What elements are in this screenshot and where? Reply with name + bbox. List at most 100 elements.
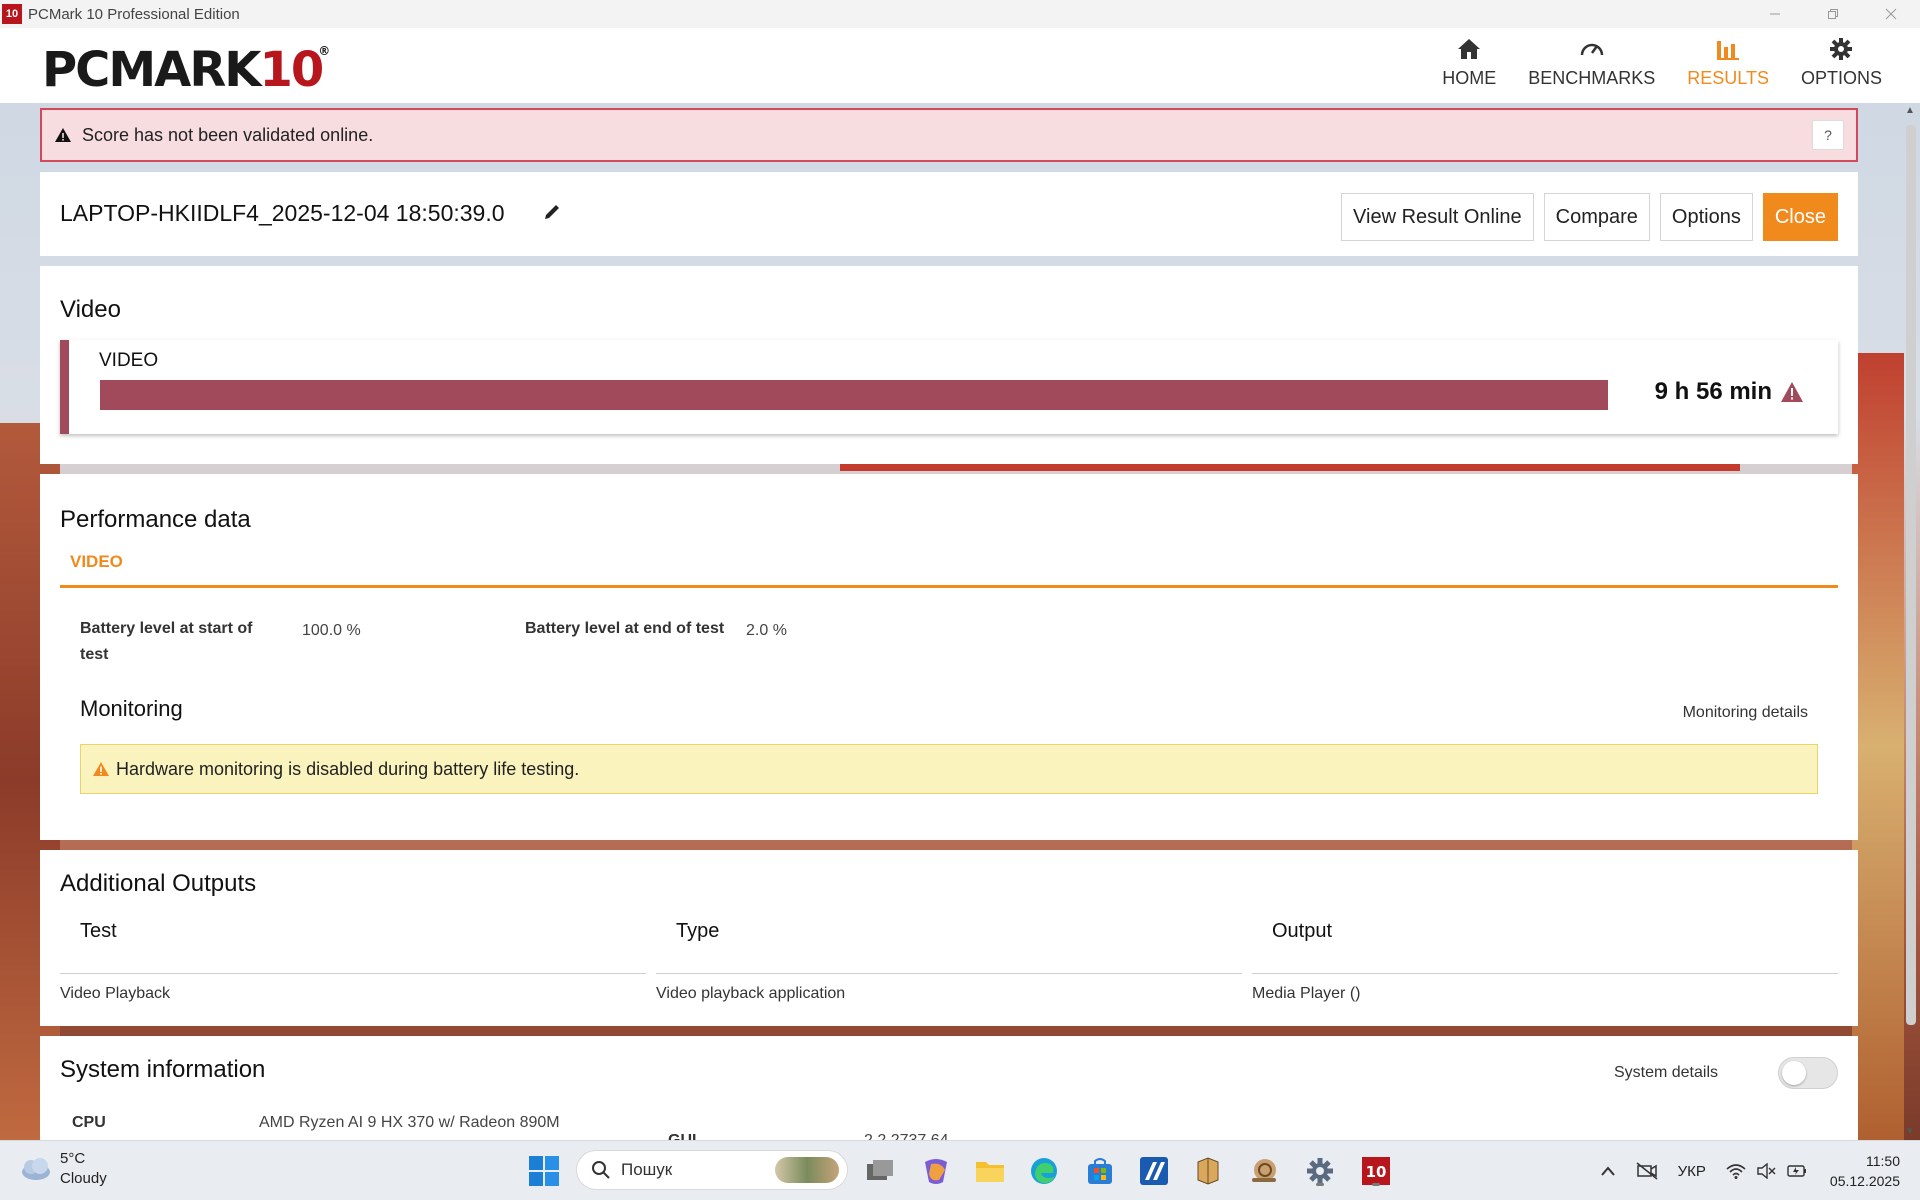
tray-camera-off[interactable] (1636, 1162, 1658, 1180)
taskbar-app-store[interactable] (1082, 1153, 1118, 1189)
weather-temperature: 5°C (60, 1150, 86, 1167)
warning-icon (93, 762, 109, 776)
task-view-icon (867, 1160, 893, 1180)
system-information-section: System information System details CPU AM… (40, 1036, 1858, 1140)
search-highlight-image (775, 1157, 839, 1183)
clock-date: 05.12.2025 (1829, 1173, 1900, 1189)
validation-banner: Score has not been validated online. ? (40, 108, 1858, 162)
gui-label: GUI (668, 1132, 696, 1140)
section-title-system: System information (60, 1056, 266, 1083)
logo-registered-mark: ® (318, 44, 330, 58)
section-title-outputs: Additional Outputs (60, 870, 257, 897)
scroll-down-arrow-icon[interactable]: ▼ (1902, 1124, 1918, 1140)
task-view-button[interactable] (862, 1153, 898, 1189)
warning-icon (55, 128, 71, 142)
window-titlebar: 10 PCMark 10 Professional Edition (0, 0, 1920, 28)
restore-button[interactable] (1804, 0, 1862, 28)
battery-end-value: 2.0 % (746, 622, 787, 639)
performance-section: Performance data VIDEO Battery level at … (40, 474, 1858, 840)
battery-start-value: 100.0 % (302, 622, 361, 639)
svg-text:10: 10 (1366, 1163, 1387, 1181)
app-a-icon (1140, 1157, 1168, 1185)
close-result-button[interactable]: Close (1762, 193, 1838, 241)
video-section: Video VIDEO 9 h 56 min (40, 266, 1858, 464)
nav-benchmarks[interactable]: BENCHMARKS (1528, 34, 1655, 89)
hardware-monitoring-banner: Hardware monitoring is disabled during b… (80, 744, 1818, 794)
tray-network[interactable] (1726, 1163, 1746, 1179)
window-title: PCMark 10 Professional Edition (28, 5, 240, 23)
validation-message: Score has not been validated online. (82, 124, 374, 145)
settings-gear-icon (1307, 1158, 1333, 1184)
taskbar-app-pcmark[interactable]: 10 (1358, 1153, 1394, 1189)
pagoda-roof (840, 463, 1740, 471)
taskbar-search[interactable]: Пошук (576, 1150, 848, 1190)
column-divider (60, 973, 646, 974)
snail-icon (1252, 1159, 1276, 1182)
system-details-toggle[interactable] (1778, 1057, 1838, 1089)
minimize-button[interactable] (1746, 0, 1804, 28)
gauge-icon (1579, 34, 1605, 64)
start-button[interactable] (528, 1155, 560, 1192)
archive-icon (1197, 1157, 1219, 1185)
taskbar-app-edge[interactable] (1026, 1153, 1062, 1189)
result-header: LAPTOP-HKIIDLF4_2025-12-04 18:50:39.0 Vi… (40, 172, 1858, 256)
column-header-test: Test (80, 920, 117, 942)
monitoring-details-link[interactable]: Monitoring details (1683, 704, 1808, 722)
running-indicator (1372, 1183, 1380, 1186)
taskbar-app-archiver[interactable] (1190, 1153, 1226, 1189)
system-details-label: System details (1613, 1064, 1718, 1081)
taskbar-app-snail[interactable] (1246, 1153, 1282, 1189)
chevron-up-icon (1600, 1166, 1615, 1176)
tray-overflow-button[interactable] (1600, 1165, 1616, 1177)
battery-end-label: Battery level at end of test (525, 620, 725, 637)
search-placeholder: Пошук (621, 1160, 673, 1179)
page-scrollbar[interactable]: ▲ ▼ (1902, 103, 1918, 1140)
pencil-icon (545, 205, 559, 219)
folder-icon (976, 1162, 1004, 1182)
taskbar-app-m365[interactable] (918, 1153, 954, 1189)
window-controls (1746, 0, 1920, 28)
column-header-type: Type (676, 920, 720, 942)
result-name: LAPTOP-HKIIDLF4_2025-12-04 18:50:39.0 (60, 200, 505, 226)
taskbar-app-blue-a[interactable] (1136, 1153, 1172, 1189)
tab-video[interactable]: VIDEO (70, 552, 123, 572)
cpu-label: CPU (72, 1114, 106, 1131)
edit-name-button[interactable] (542, 202, 562, 227)
pcmark-app-icon: 10 (1362, 1157, 1390, 1185)
tray-volume[interactable] (1756, 1163, 1776, 1179)
taskbar-app-settings[interactable] (1302, 1153, 1338, 1189)
cpu-value: AMD Ryzen AI 9 HX 370 w/ Radeon 890M (259, 1114, 560, 1131)
column-divider (1252, 973, 1838, 974)
camera-off-icon (1636, 1162, 1658, 1180)
nav-options[interactable]: OPTIONS (1801, 34, 1882, 89)
help-button[interactable]: ? (1812, 120, 1844, 150)
weather-widget[interactable]: 5°C Cloudy (18, 1149, 107, 1189)
close-icon (1885, 8, 1897, 20)
view-result-online-button[interactable]: View Result Online (1341, 193, 1534, 241)
cloud-icon (22, 1158, 50, 1180)
video-score: 9 h 56 min (1655, 378, 1804, 406)
nav-results-label: RESULTS (1687, 68, 1769, 88)
system-clock[interactable]: 11:50 05.12.2025 (1830, 1151, 1900, 1191)
nav-results[interactable]: RESULTS (1687, 34, 1769, 89)
nav-home-label: HOME (1442, 68, 1497, 88)
clock-time: 11:50 (1866, 1153, 1900, 1169)
taskbar-app-file-explorer[interactable] (972, 1153, 1008, 1189)
close-window-button[interactable] (1862, 0, 1920, 28)
video-score-card: VIDEO 9 h 56 min (60, 340, 1838, 434)
scroll-up-arrow-icon[interactable]: ▲ (1902, 103, 1918, 119)
weather-description: Cloudy (60, 1170, 107, 1187)
scroll-thumb[interactable] (1906, 125, 1916, 1025)
search-icon (592, 1161, 610, 1179)
battery-start-label: Battery level at start of test (80, 620, 253, 663)
tab-underline (60, 585, 1838, 588)
additional-outputs-section: Additional Outputs Test Type Output Vide… (40, 850, 1858, 1026)
nav-home[interactable]: HOME (1442, 34, 1496, 89)
gear-icon (1828, 34, 1854, 64)
options-button[interactable]: Options (1659, 193, 1753, 241)
compare-button[interactable]: Compare (1543, 193, 1650, 241)
running-indicator (1316, 1183, 1324, 1186)
tray-battery[interactable] (1786, 1163, 1808, 1179)
language-indicator[interactable]: УКР (1678, 1163, 1706, 1180)
column-divider (656, 973, 1242, 974)
